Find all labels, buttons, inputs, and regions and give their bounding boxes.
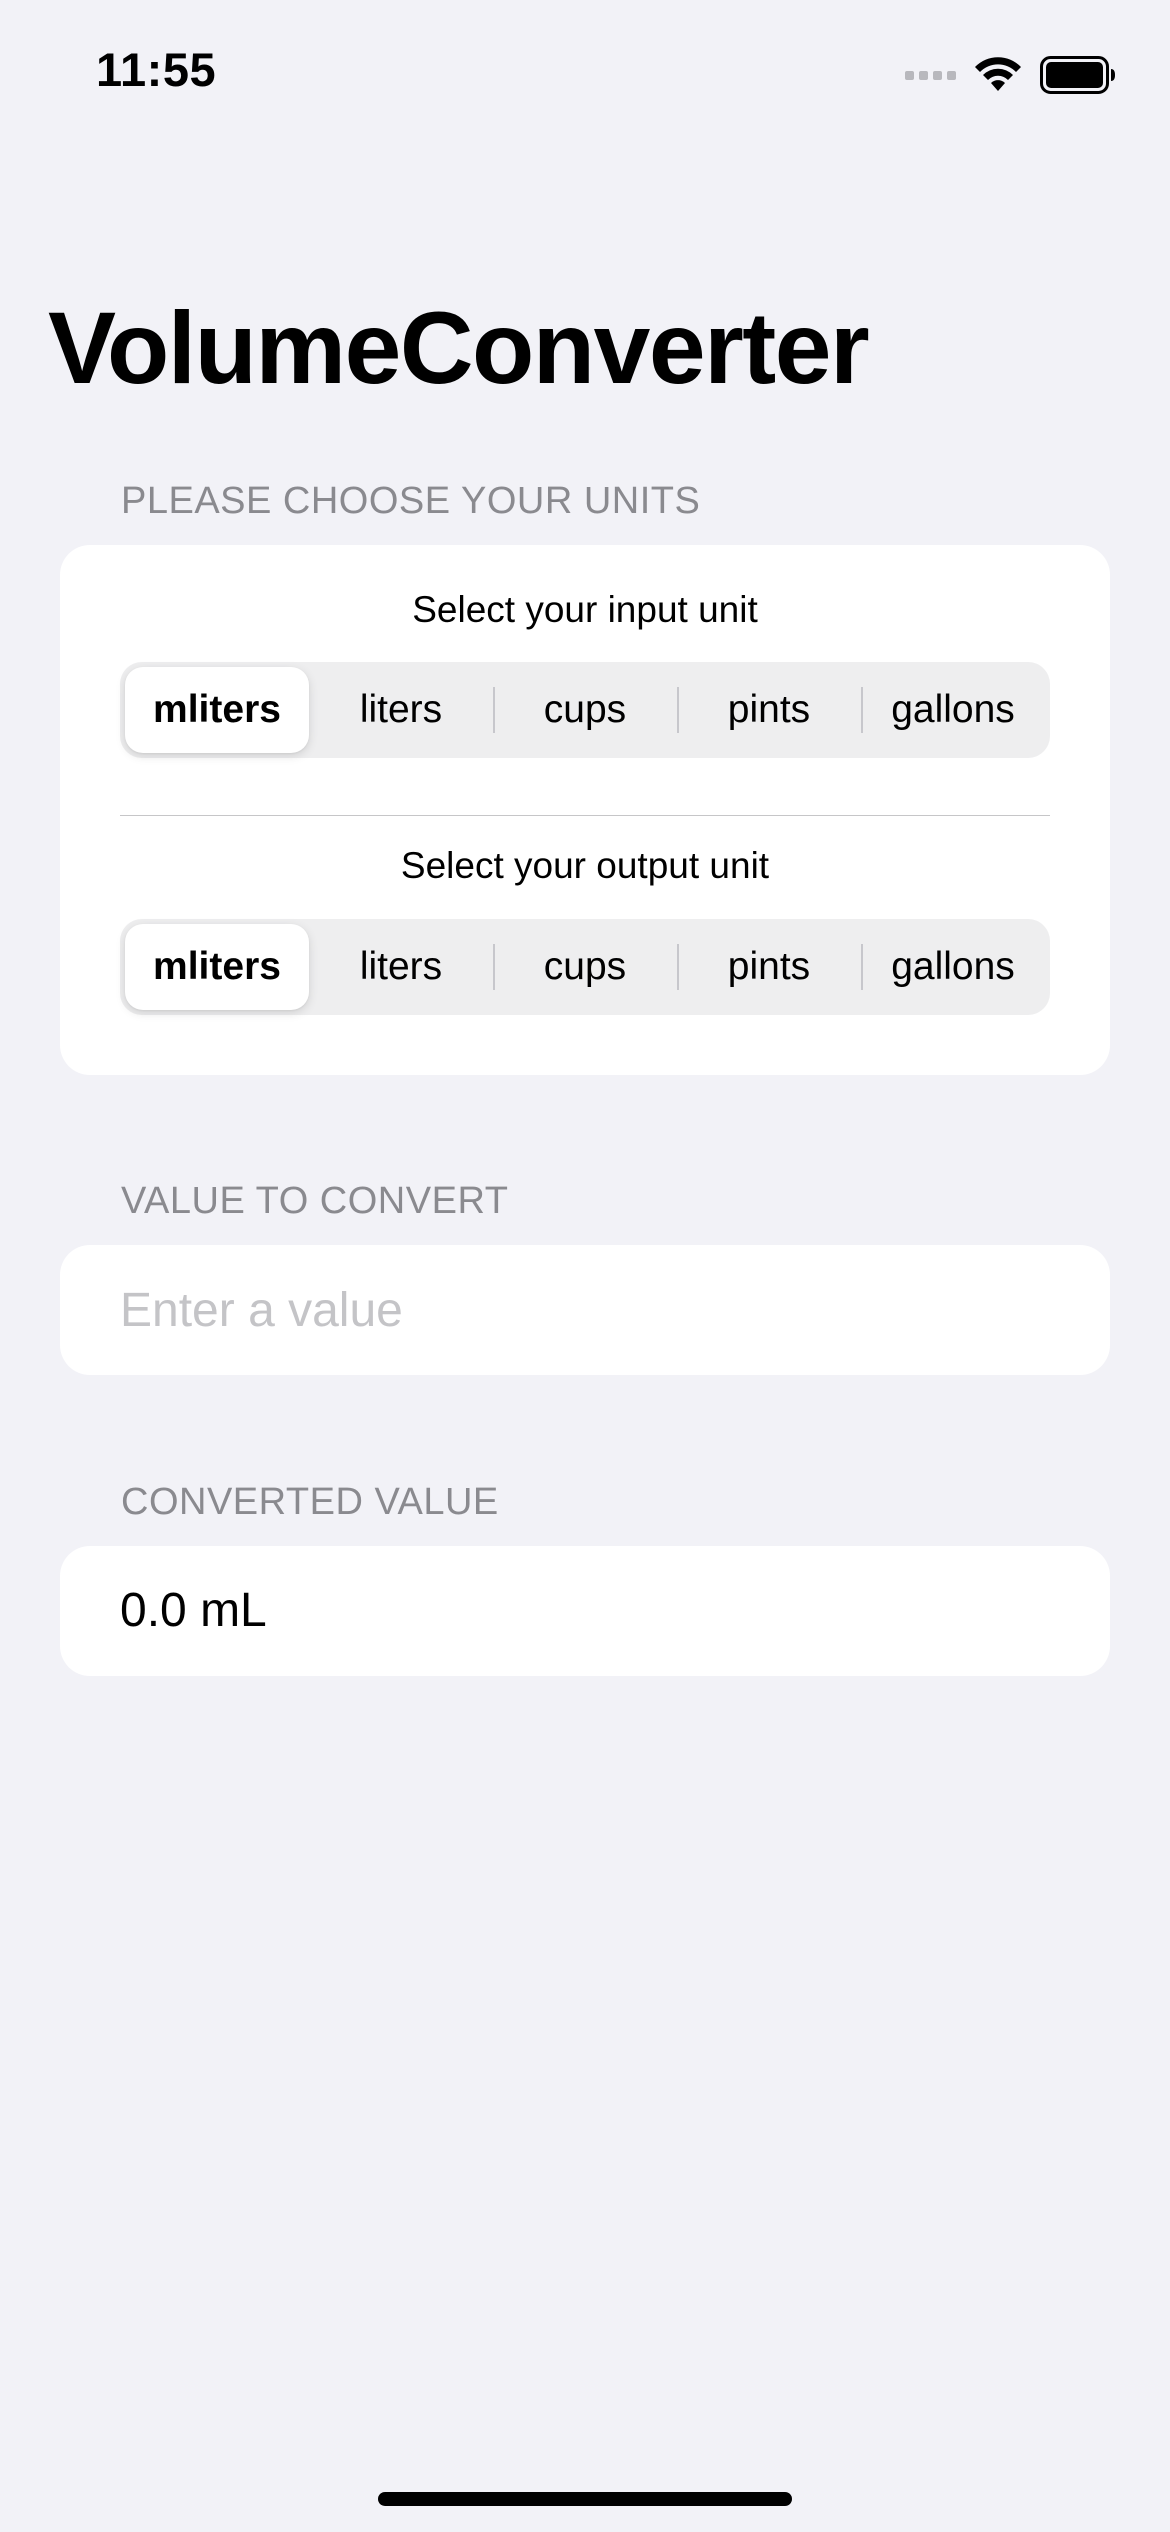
input-segment-cups[interactable]: cups [493, 667, 677, 753]
output-segment-cups[interactable]: cups [493, 924, 677, 1010]
output-unit-label: Select your output unit [400, 845, 770, 886]
output-segment-pints[interactable]: pints [677, 924, 861, 1010]
page-title: VolumeConverter [48, 291, 870, 405]
units-card: Select your input unit mliters liters cu… [60, 545, 1110, 1075]
input-segment-pints[interactable]: pints [677, 667, 861, 753]
wifi-icon [975, 57, 1021, 91]
status-icons [905, 52, 1116, 98]
battery-icon [1040, 56, 1115, 94]
input-segment-gallons[interactable]: gallons [861, 667, 1045, 753]
output-unit-picker[interactable]: mliters liters cups pints gallons [120, 919, 1050, 1015]
cellular-signal-icon [905, 70, 956, 80]
output-segment-liters[interactable]: liters [309, 924, 493, 1010]
value-section-header: VALUE TO CONVERT [121, 1180, 509, 1222]
output-segment-gallons[interactable]: gallons [861, 924, 1045, 1010]
converted-value: 0.0 mL [120, 1584, 267, 1637]
input-segment-mliters[interactable]: mliters [125, 667, 309, 753]
value-input[interactable] [120, 1245, 1050, 1375]
home-indicator[interactable] [378, 2492, 792, 2506]
units-section-header: PLEASE CHOOSE YOUR UNITS [121, 480, 701, 522]
card-separator [120, 815, 1050, 816]
status-bar: 11:55 [0, 0, 1170, 150]
input-segment-liters[interactable]: liters [309, 667, 493, 753]
result-card: 0.0 mL [60, 1546, 1110, 1676]
status-time: 11:55 [96, 43, 217, 96]
result-section-header: CONVERTED VALUE [121, 1481, 499, 1523]
output-segment-mliters[interactable]: mliters [125, 924, 309, 1010]
value-card [60, 1245, 1110, 1375]
input-unit-label: Select your input unit [412, 589, 758, 630]
input-unit-picker[interactable]: mliters liters cups pints gallons [120, 662, 1050, 758]
